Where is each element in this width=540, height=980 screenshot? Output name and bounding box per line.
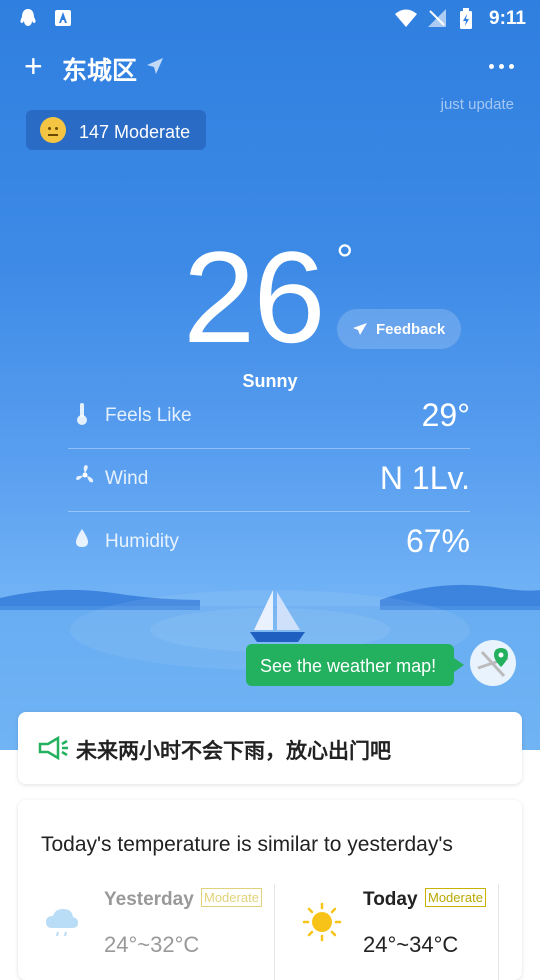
thermometer-icon [77, 403, 87, 425]
aqi-label: 147 Moderate [79, 122, 191, 142]
weather-map-label: See the weather map! [260, 656, 437, 676]
fan-icon [76, 465, 94, 483]
app-header: + 东城区 [0, 46, 540, 86]
degree-symbol: ° [336, 236, 354, 285]
water-drop-icon [76, 529, 88, 547]
wifi-icon [395, 9, 417, 27]
detail-row-feels-like: Feels Like 29° [68, 385, 470, 449]
weather-map-button[interactable]: See the weather map! [246, 644, 464, 686]
more-options-button[interactable] [484, 56, 514, 74]
detail-label: Humidity [105, 531, 179, 552]
comparison-title: Today's temperature is similar to yester… [41, 833, 453, 856]
qq-icon [20, 9, 36, 26]
yesterday-label: Yesterday [104, 889, 194, 910]
megaphone-icon [38, 736, 68, 760]
detail-row-wind: Wind N 1Lv. [68, 448, 470, 512]
status-bar: 9:11 [0, 0, 540, 36]
add-city-button[interactable]: + [24, 50, 43, 82]
status-time: 9:11 [489, 8, 526, 29]
feedback-label: Feedback [376, 321, 446, 338]
air-quality-badge[interactable]: 147 Moderate [26, 110, 206, 150]
temperature-comparison-card[interactable]: Today's temperature is similar to yester… [18, 800, 522, 980]
battery-charging-icon [460, 8, 472, 29]
today-temp-range: 24°~34°C [363, 932, 459, 957]
cloud-icon [46, 909, 78, 937]
yesterday-aqi-badge: Moderate [201, 888, 262, 907]
yesterday-temp-range: 24°~32°C [104, 932, 200, 957]
current-temperature: 26 [183, 224, 326, 370]
detail-value: 67% [405, 523, 470, 559]
feedback-button[interactable]: Feedback [337, 309, 461, 349]
detail-row-humidity: Humidity 67% [68, 511, 470, 574]
sun-icon [302, 902, 342, 942]
location-arrow-icon [147, 58, 163, 74]
update-status: just update [440, 96, 514, 113]
map-pin-icon[interactable] [470, 640, 516, 686]
app-notification-icon [55, 10, 71, 26]
rain-notice-card[interactable]: 未来两小时不会下雨，放心出门吧 [18, 712, 522, 784]
neutral-face-icon [40, 117, 66, 143]
no-signal-icon [428, 9, 446, 27]
city-name[interactable]: 东城区 [62, 51, 137, 87]
today-label: Today [363, 889, 418, 910]
today-aqi-badge: Moderate [425, 888, 486, 907]
detail-value: 29° [421, 397, 470, 433]
notice-text: 未来两小时不会下雨，放心出门吧 [76, 740, 391, 763]
divider [498, 884, 499, 980]
detail-label: Feels Like [105, 405, 192, 426]
detail-value: N 1Lv. [379, 460, 470, 496]
detail-label: Wind [105, 468, 149, 489]
divider [274, 884, 275, 980]
send-icon [353, 323, 367, 335]
